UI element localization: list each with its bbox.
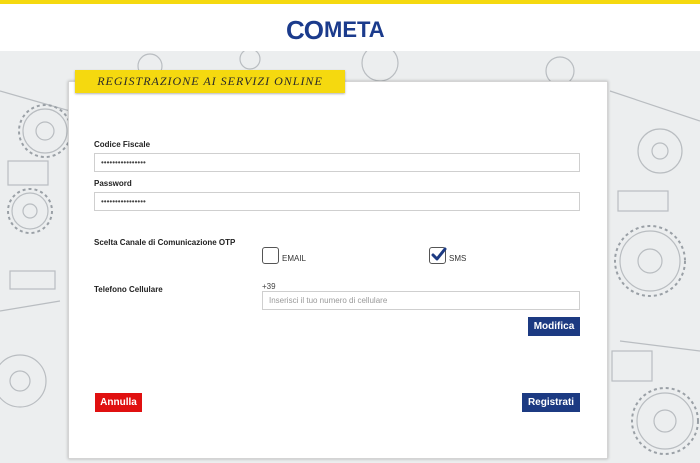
phone-label: Telefono Cellulare bbox=[94, 285, 163, 294]
codice-fiscale-label: Codice Fiscale bbox=[94, 140, 151, 149]
codice-fiscale-input[interactable]: •••••••••••••••• bbox=[94, 153, 580, 172]
cancel-button[interactable]: Annulla bbox=[95, 393, 142, 412]
otp-channel-label: Scelta Canale di Comunicazione OTP bbox=[94, 238, 236, 247]
cometa-logo[interactable]: CO META bbox=[286, 14, 385, 46]
register-button[interactable]: Registrati bbox=[522, 393, 580, 412]
modify-button[interactable]: Modifica bbox=[528, 317, 580, 336]
header: CO META bbox=[0, 4, 700, 51]
phone-prefix: +39 bbox=[262, 282, 276, 291]
sms-checkbox[interactable] bbox=[429, 247, 447, 264]
email-checkbox[interactable] bbox=[262, 247, 279, 264]
logo-text-meta: META bbox=[324, 17, 385, 42]
sms-option-label: SMS bbox=[449, 254, 467, 263]
password-input[interactable]: •••••••••••••••• bbox=[94, 192, 580, 211]
password-label: Password bbox=[94, 179, 132, 188]
phone-input[interactable]: Inserisci il tuo numero di cellulare bbox=[262, 291, 580, 310]
check-icon bbox=[431, 247, 447, 261]
logo-text-co: CO bbox=[286, 15, 324, 45]
email-option-label: EMAIL bbox=[282, 254, 307, 263]
section-title-ribbon: Registrazione ai servizi online bbox=[75, 70, 345, 93]
